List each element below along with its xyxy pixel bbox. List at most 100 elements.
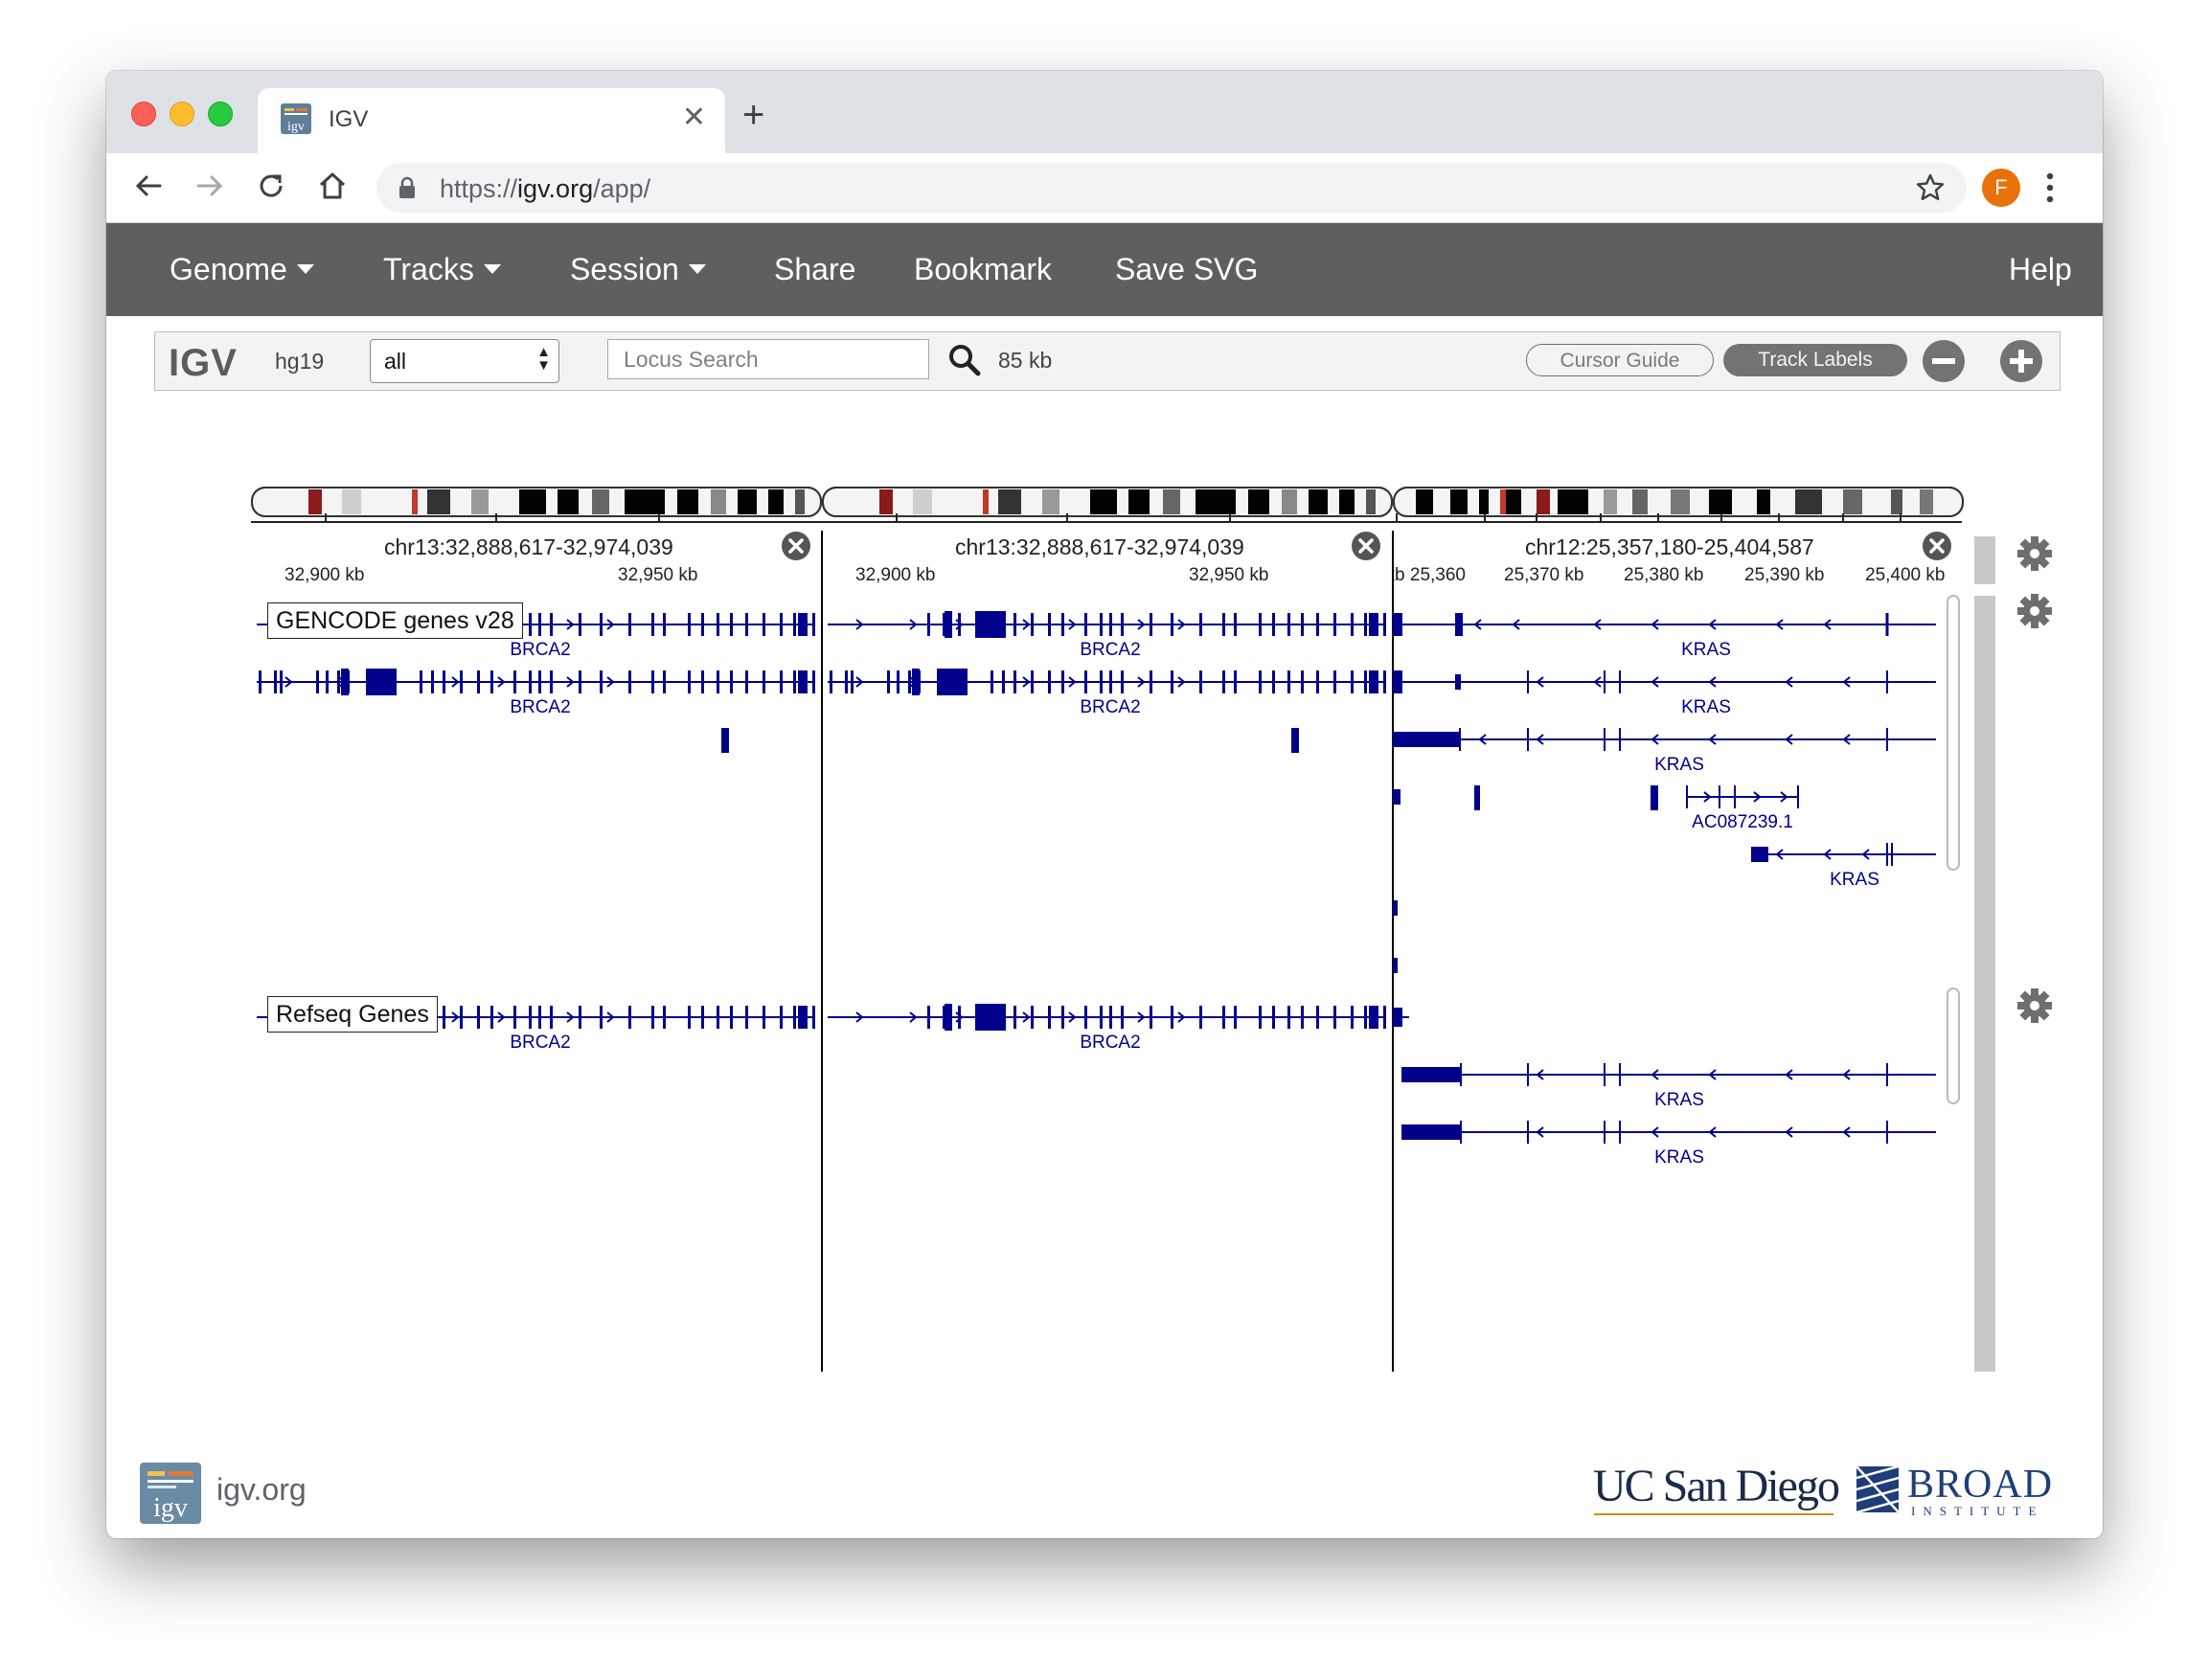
brca2-exon [1351,670,1354,693]
brca2-exon [538,1006,541,1029]
brca2-exon [550,613,553,636]
brca2-exon [730,613,733,636]
brca2-exon [975,611,1006,638]
brca2-exon [1150,1006,1152,1029]
brca2-exon [513,1006,516,1029]
brca2-exon [1383,670,1386,693]
brca2-exon [945,1004,952,1031]
brca2-exon [490,670,493,693]
brca2-exon [1061,613,1064,636]
feature-block [1474,785,1480,810]
brca2-exon [1351,1006,1354,1029]
brca2-exon [1287,613,1290,636]
brca2-exon [1031,613,1034,636]
brca2-exon [1100,1006,1103,1029]
brca2-exon [477,1006,480,1029]
brca2-exon [1084,1006,1087,1029]
brca2-exon [793,1006,796,1029]
brca2-exon [431,670,434,693]
brca2-exon [1048,1006,1051,1029]
gene-label: KRAS [1654,1147,1704,1168]
kras-exon [1455,613,1463,636]
brca2-exon [1222,1006,1225,1029]
brca2-exon [745,613,748,636]
brca2-exon [1259,1006,1262,1029]
gene-label: BRCA2 [510,640,570,660]
feature-block [1393,789,1401,805]
gene-label: BRCA2 [510,1033,570,1053]
brca2-exon [600,613,603,636]
brca2-exon [663,670,666,693]
brca2-exon [793,670,796,693]
track-name-gencode: GENCODE genes v28 [267,602,523,639]
ucsd-logo[interactable]: UC San Diego [1593,1460,1840,1512]
brca2-exon [1061,670,1064,693]
brca2-exon [688,1006,691,1029]
svg-text:igv: igv [153,1493,188,1523]
brca2-exon [1199,1006,1202,1029]
brca2-exon [1301,1006,1304,1029]
footer-site-link[interactable]: igv.org [216,1472,307,1508]
brca2-exon [651,613,654,636]
brca2-exon [1121,670,1124,693]
brca2-exon [1333,1006,1336,1029]
kras-exon [1393,613,1402,636]
brca2-exon [663,613,666,636]
feature-block [1393,958,1398,973]
scroll-thumb [1947,595,1960,871]
brca2-exon [1333,613,1336,636]
brca2-exon [717,670,719,693]
brca2-exon [1171,1006,1173,1029]
gear-icon[interactable] [2015,592,2054,630]
brca2-exon [550,670,553,693]
brca2-exon [780,1006,783,1029]
brca2-exon [1013,1006,1016,1029]
brca2-exon [1084,613,1087,636]
broad-logo-text[interactable]: BROAD [1907,1462,2053,1508]
brca2-exon [745,1006,748,1029]
brca2-exon [701,670,704,693]
brca2-exon [529,670,532,693]
brca2-exon [1383,613,1386,636]
gear-icon[interactable] [2015,987,2054,1025]
scroll-thumb [1947,988,1960,1104]
gene-label: KRAS [1681,640,1731,660]
brca2-exon [538,613,541,636]
brca2-exon [688,670,691,693]
brca2-exon [945,611,952,638]
brca2-exon [490,1006,493,1029]
brca2-exon [1272,670,1275,693]
brca2-exon [1369,1006,1377,1029]
gene-label: BRCA2 [1080,1033,1140,1053]
brca2-exon [628,613,631,636]
brca2-exon [1031,1006,1034,1029]
brca2-exon [1234,613,1237,636]
brca2-exon [513,670,516,693]
kras-exon [1751,847,1768,862]
brca2-exon [887,670,890,693]
brca2-exon [326,670,329,693]
brca2-exon [1272,1006,1275,1029]
brca2-exon [927,1006,930,1029]
brca2-exon [1287,1006,1290,1029]
brca2-exon [1383,1006,1386,1029]
brca2-exon [1150,613,1152,636]
brca2-exon [812,613,815,636]
brca2-exon [1084,670,1087,693]
brca2-exon [1301,613,1304,636]
brca2-exon [550,1006,553,1029]
brca2-exon [1171,613,1173,636]
feature-block [1291,728,1299,753]
brca2-exon [1351,613,1354,636]
brca2-exon [1259,613,1262,636]
brca2-exon [628,1006,631,1029]
brca2-exon [1234,1006,1237,1029]
gear-icon[interactable] [2015,534,2054,573]
track-canvas[interactable]: BRCA2 BRCA2 BRCA2 BRCA2 KRAS KRAS KRAS AC087239… [106,71,2103,1538]
brca2-exon [701,1006,704,1029]
brca2-exon [701,613,704,636]
brca2-exon [845,670,848,693]
gene-label: BRCA2 [1080,697,1140,717]
brca2-exon [663,1006,666,1029]
gene-label: KRAS [1654,1090,1704,1110]
